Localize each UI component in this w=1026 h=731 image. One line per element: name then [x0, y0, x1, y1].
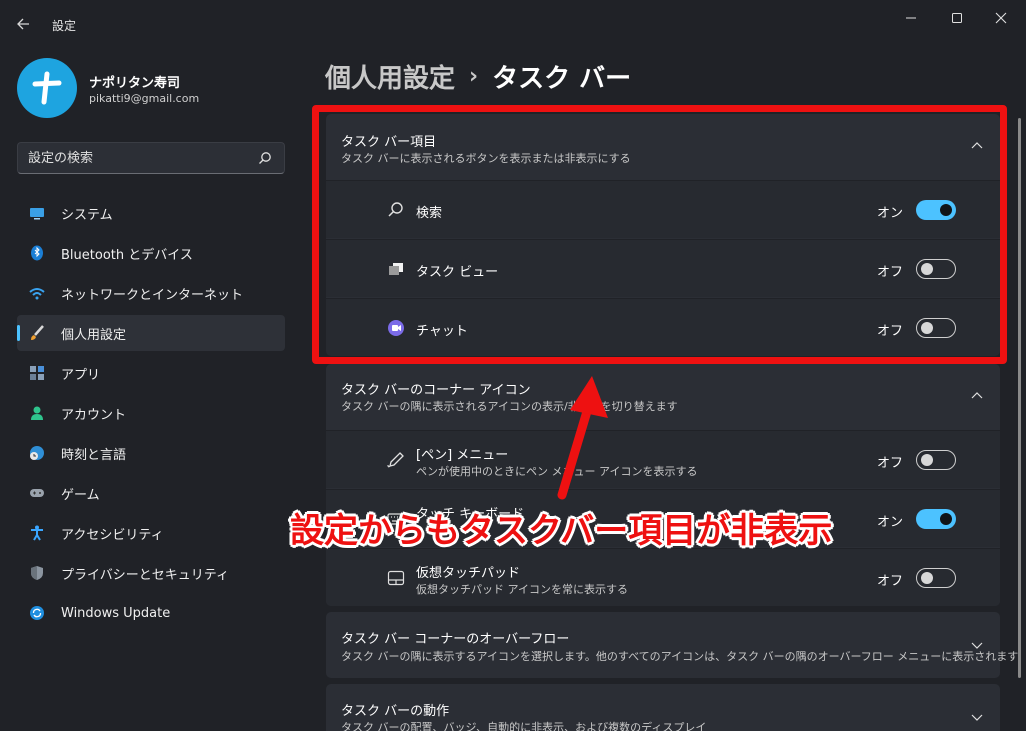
chevron-down-icon[interactable]: [970, 638, 984, 652]
update-icon: [30, 606, 44, 620]
breadcrumb-parent[interactable]: 個人用設定: [325, 58, 455, 95]
sidebar-item-label: ゲーム: [61, 487, 100, 503]
search-icon[interactable]: [258, 151, 272, 165]
toggle-state-label: オン: [876, 515, 903, 530]
toggle-knob: [940, 513, 952, 525]
brush-icon: [31, 325, 44, 340]
sidebar-item-time-language[interactable]: 時刻と言語: [17, 435, 285, 471]
sidebar-item-bluetooth[interactable]: Bluetooth とデバイス: [17, 235, 285, 271]
user-email: pikatti9@gmail.com: [89, 92, 200, 105]
toggle-state-label: オフ: [876, 456, 903, 471]
sidebar-item-gaming[interactable]: ゲーム: [17, 475, 285, 511]
minimize-icon: [906, 17, 916, 19]
pen-menu-toggle[interactable]: [916, 450, 956, 470]
sidebar-item-apps[interactable]: アプリ: [17, 355, 285, 391]
sidebar-item-accessibility[interactable]: アクセシビリティ: [17, 515, 285, 551]
toggle-knob: [921, 454, 933, 466]
pen-icon: [387, 452, 404, 468]
chevron-down-icon[interactable]: [970, 710, 984, 724]
arrow-left-icon: [17, 18, 29, 30]
plus-cross-logo-icon: [32, 71, 62, 105]
gamepad-icon: [30, 489, 44, 497]
person-icon: [31, 406, 43, 420]
section-taskbar-behaviors[interactable]: タスク バーの動作 タスク バーの配置、バッジ、自動的に非表示、および複数のディ…: [326, 684, 1000, 731]
breadcrumb: 個人用設定 › タスク バー: [325, 58, 631, 95]
close-button[interactable]: [978, 6, 1024, 30]
section-title: タスク バーのコーナー アイコン: [341, 383, 531, 398]
scrollbar[interactable]: [1018, 118, 1021, 678]
maximize-icon: [952, 13, 962, 23]
user-name: ナポリタン寿司: [89, 76, 181, 91]
sidebar-item-label: プライバシーとセキュリティ: [61, 567, 229, 583]
section-subtitle: タスク バーの隅に表示されるアイコンの表示/非表示を切り替えます: [341, 400, 678, 413]
sidebar-item-accounts[interactable]: アカウント: [17, 395, 285, 431]
breadcrumb-separator: ›: [469, 64, 479, 89]
highlight-box: [312, 105, 1007, 364]
sidebar-item-label: 個人用設定: [61, 327, 127, 343]
sidebar-item-label: アカウント: [61, 407, 127, 423]
app-title: 設定: [52, 19, 77, 33]
toggle-state-label: オフ: [876, 574, 903, 589]
minimize-button[interactable]: [888, 6, 934, 30]
annotation-callout: 設定からもタスクバー項目が非表示: [290, 511, 833, 551]
apps-icon: [30, 366, 44, 380]
settings-search[interactable]: [17, 142, 285, 174]
sidebar-item-label: Windows Update: [61, 605, 171, 621]
row-title: [ペン] メニュー: [416, 448, 509, 463]
sidebar-item-system[interactable]: システム: [17, 195, 285, 231]
sidebar-item-label: アクセシビリティ: [61, 527, 164, 543]
page-title: タスク バー: [492, 64, 632, 94]
maximize-button[interactable]: [934, 6, 980, 30]
avatar[interactable]: [17, 58, 77, 118]
sidebar-item-label: アプリ: [61, 367, 101, 383]
toggle-knob: [921, 572, 933, 584]
touch-keyboard-toggle[interactable]: [916, 509, 956, 529]
section-subtitle: タスク バーの配置、バッジ、自動的に非表示、および複数のディスプレイ: [341, 721, 707, 731]
title-bar: 設定: [0, 0, 1026, 50]
shield-icon: [31, 566, 43, 580]
back-button[interactable]: [12, 12, 36, 36]
sidebar-item-label: ネットワークとインターネット: [61, 287, 244, 303]
section-subtitle: タスク バーの隅に表示するアイコンを選択します。他のすべてのアイコンは、タスク …: [341, 650, 1019, 663]
wifi-icon: [29, 288, 45, 300]
sidebar-nav: システム Bluetooth とデバイス ネットワークとインターネット 個人用設…: [17, 195, 285, 635]
globe-clock-icon: [30, 446, 44, 460]
sidebar-item-personalization[interactable]: 個人用設定: [17, 315, 285, 351]
section-corner-icons: タスク バーのコーナー アイコン タスク バーの隅に表示されるアイコンの表示/非…: [326, 364, 1000, 606]
bluetooth-icon: [31, 245, 43, 261]
sidebar-item-network[interactable]: ネットワークとインターネット: [17, 275, 285, 311]
close-icon: [995, 12, 1007, 24]
sidebar-item-privacy[interactable]: プライバシーとセキュリティ: [17, 555, 285, 591]
row-title: 仮想タッチパッド: [416, 566, 521, 581]
row-subtitle: 仮想タッチパッド アイコンを常に表示する: [416, 583, 628, 596]
touchpad-icon: [387, 570, 405, 586]
sidebar-item-windows-update[interactable]: Windows Update: [17, 595, 285, 631]
section-title: タスク バー コーナーのオーバーフロー: [341, 632, 570, 647]
section-corner-overflow[interactable]: タスク バー コーナーのオーバーフロー タスク バーの隅に表示するアイコンを選択…: [326, 612, 1018, 678]
monitor-icon: [30, 208, 44, 220]
setting-row-virtual-touchpad: 仮想タッチパッド 仮想タッチパッド アイコンを常に表示する オフ: [326, 548, 1000, 606]
section-header[interactable]: タスク バーのコーナー アイコン タスク バーの隅に表示されるアイコンの表示/非…: [326, 364, 1000, 428]
sidebar-item-label: Bluetooth とデバイス: [61, 247, 193, 263]
setting-row-pen-menu: [ペン] メニュー ペンが使用中のときにペン メニュー アイコンを表示する オフ: [326, 430, 1000, 488]
accessibility-icon: [31, 525, 43, 541]
sidebar-item-label: システム: [61, 207, 113, 223]
virtual-touchpad-toggle[interactable]: [916, 568, 956, 588]
red-arrow-icon: [557, 376, 608, 500]
sidebar-item-label: 時刻と言語: [61, 447, 127, 463]
search-input[interactable]: [28, 149, 248, 167]
section-title: タスク バーの動作: [341, 704, 450, 719]
chevron-up-icon[interactable]: [970, 389, 984, 403]
